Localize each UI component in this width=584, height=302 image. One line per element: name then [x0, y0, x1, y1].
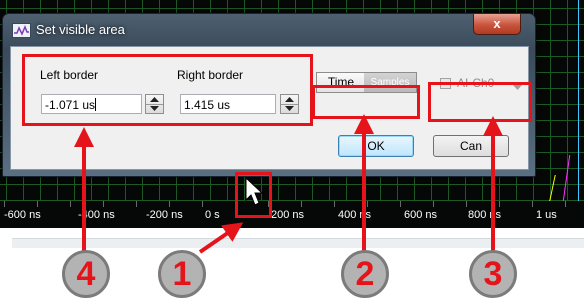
callout-badge-4: 4 — [62, 250, 110, 298]
callout-badge-1: 1 — [158, 250, 206, 298]
callout-box-1 — [235, 172, 272, 218]
callout-arrow-1 — [198, 222, 244, 254]
callout-box-4 — [22, 54, 313, 126]
callout-box-2 — [312, 85, 420, 119]
callout-badge-3: 3 — [469, 250, 517, 298]
callout-badge-2: 2 — [341, 250, 389, 298]
callout-box-3 — [428, 82, 532, 122]
